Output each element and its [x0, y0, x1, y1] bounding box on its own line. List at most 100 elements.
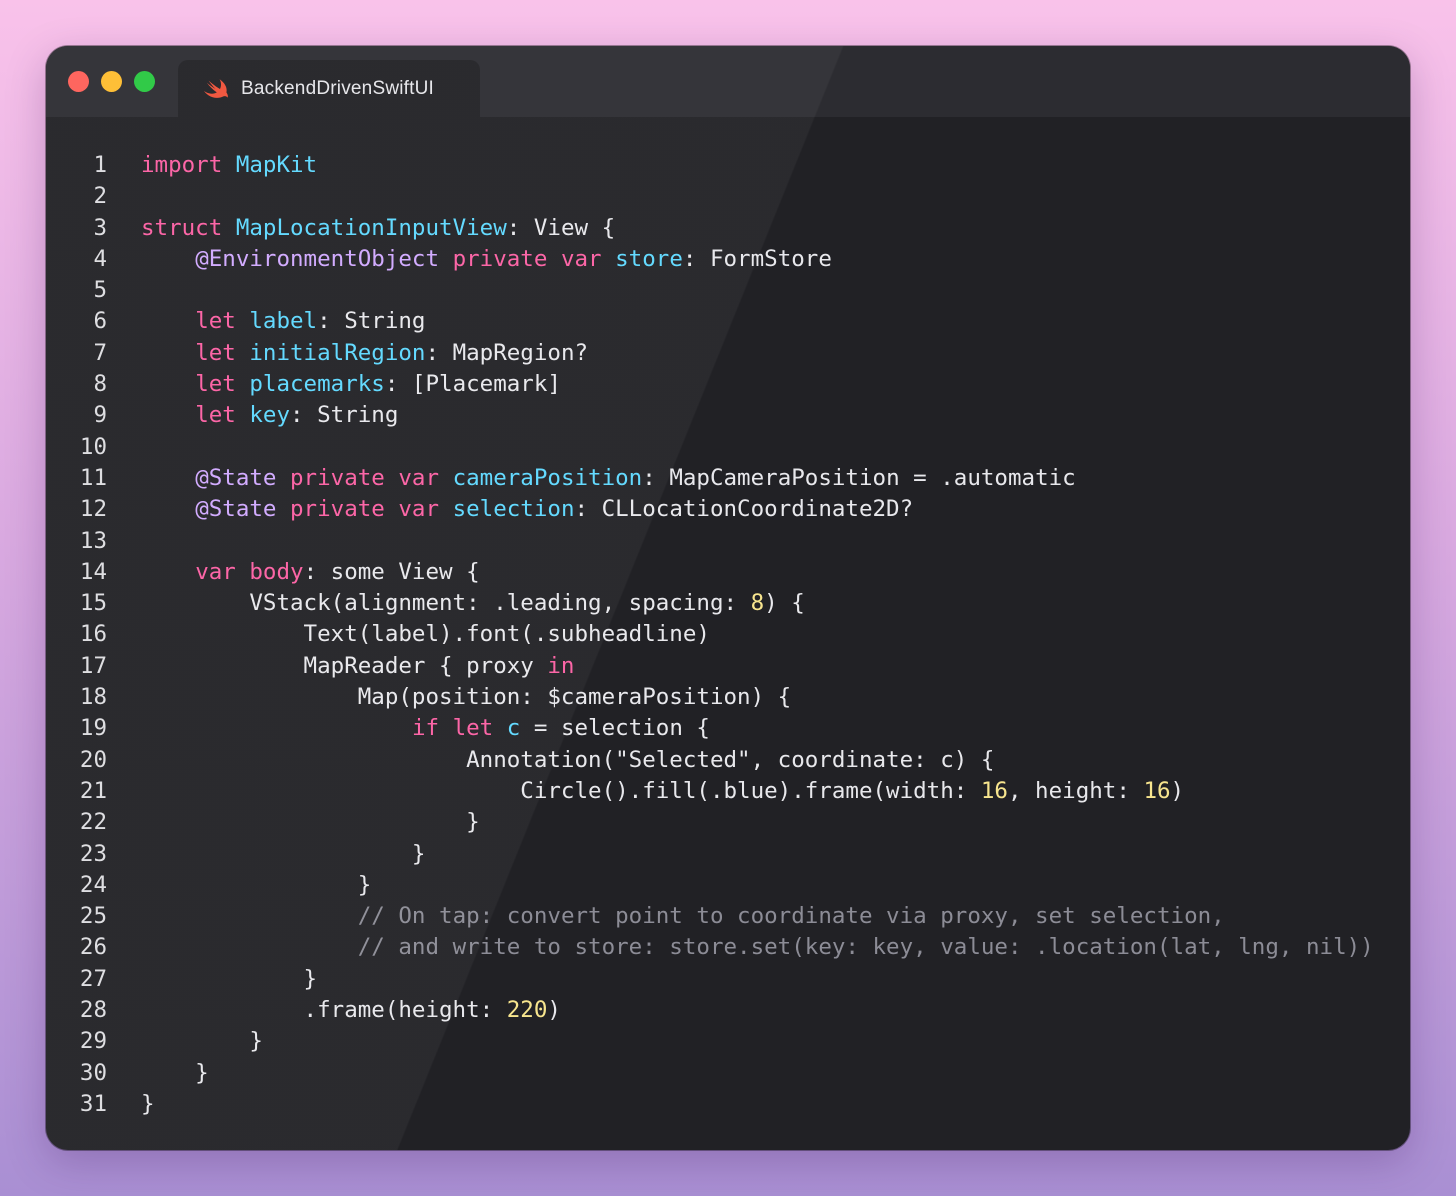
code-token: cameraPosition: [452, 464, 643, 491]
code-token: let: [195, 402, 236, 429]
code-line[interactable]: 9 let key: String: [46, 400, 1410, 431]
code-line[interactable]: 31}: [46, 1089, 1410, 1120]
code-token: .frame(height:: [141, 997, 507, 1024]
code-line[interactable]: 4 @EnvironmentObject private var store: …: [46, 244, 1410, 275]
code-token: @State: [195, 496, 277, 523]
code-line[interactable]: 11 @State private var cameraPosition: Ma…: [46, 463, 1410, 494]
line-text: import MapKit: [141, 150, 317, 181]
code-line[interactable]: 7 let initialRegion: MapRegion?: [46, 338, 1410, 369]
zoom-button[interactable]: [134, 71, 155, 92]
code-token: // On tap: convert point to coordinate v…: [357, 903, 1225, 930]
line-text: }: [141, 839, 426, 870]
code-token: initialRegion: [249, 339, 426, 366]
code-token: MapLocationInputView: [235, 214, 507, 241]
close-button[interactable]: [68, 71, 89, 92]
line-text: // and write to store: store.set(key: ke…: [141, 932, 1374, 963]
code-line[interactable]: 24 }: [46, 870, 1410, 901]
code-line[interactable]: 23 }: [46, 839, 1410, 870]
code-token: : CLLocationCoordinate2D?: [574, 496, 914, 523]
file-tab[interactable]: BackendDrivenSwiftUI: [178, 60, 480, 117]
code-token: c: [506, 715, 521, 742]
line-text: struct MapLocationInputView: View {: [141, 213, 615, 244]
code-token: let: [195, 308, 236, 335]
line-text: }: [141, 1026, 263, 1057]
line-number: 9: [93, 402, 107, 429]
code-token: }: [141, 809, 480, 836]
code-token: placemarks: [249, 371, 385, 398]
line-text: let key: String: [141, 400, 398, 431]
code-line[interactable]: 10: [46, 432, 1410, 463]
code-token: private: [290, 464, 385, 491]
line-number: 17: [79, 652, 107, 679]
code-token: @State: [195, 464, 277, 491]
code-line[interactable]: 30 }: [46, 1058, 1410, 1089]
code-token: ): [547, 997, 561, 1024]
line-number: 18: [79, 684, 107, 711]
code-token: var: [398, 496, 440, 523]
line-number: 12: [79, 496, 107, 523]
line-text: Circle().fill(.blue).frame(width: 16, he…: [141, 776, 1184, 807]
line-text: Map(position: $cameraPosition) {: [141, 682, 791, 713]
code-line[interactable]: 1 import MapKit: [46, 150, 1410, 181]
line-number: 20: [79, 746, 107, 773]
line-number: 16: [79, 621, 107, 648]
code-line[interactable]: 28 .frame(height: 220): [46, 995, 1410, 1026]
code-token: ): [1170, 777, 1185, 804]
code-line[interactable]: 18 Map(position: $cameraPosition) {: [46, 682, 1410, 713]
code-token: import: [141, 152, 223, 178]
line-number: 26: [79, 934, 107, 961]
code-token: VStack(alignment: .leading, spacing:: [141, 590, 751, 617]
code-line[interactable]: 21 Circle().fill(.blue).frame(width: 16,…: [46, 776, 1410, 807]
code-line[interactable]: 3 struct MapLocationInputView: View {: [46, 213, 1410, 244]
code-editor[interactable]: 1 import MapKit 2 3 struct MapLocationInputV…: [46, 150, 1410, 1120]
minimize-button[interactable]: [101, 71, 122, 92]
line-number: 8: [93, 371, 107, 398]
line-text: }: [141, 1058, 209, 1089]
code-line[interactable]: 8 let placemarks: [Placemark]: [46, 369, 1410, 400]
line-text: let label: String: [141, 306, 425, 337]
line-text: // On tap: convert point to coordinate v…: [141, 901, 1225, 932]
code-token: let: [195, 371, 236, 398]
line-text: }: [141, 964, 318, 995]
line-number: 19: [79, 715, 107, 742]
code-line[interactable]: 5: [46, 275, 1410, 306]
code-line[interactable]: 27 }: [46, 964, 1410, 995]
code-line[interactable]: 12 @State private var selection: CLLocat…: [46, 494, 1410, 525]
code-line[interactable]: 13: [46, 526, 1410, 557]
code-line[interactable]: 29 }: [46, 1026, 1410, 1057]
line-number: 22: [79, 809, 107, 836]
code-token: : FormStore: [682, 245, 832, 272]
line-number: 23: [79, 840, 107, 867]
code-line[interactable]: 2: [46, 181, 1410, 212]
code-line[interactable]: 20 Annotation("Selected", coordinate: c)…: [46, 745, 1410, 776]
code-token: = selection {: [520, 715, 710, 742]
code-line[interactable]: 6 let label: String: [46, 306, 1410, 337]
code-line[interactable]: 26 // and write to store: store.set(key:…: [46, 932, 1410, 963]
code-line[interactable]: 19 if let c = selection {: [46, 713, 1410, 744]
code-token: in: [547, 652, 575, 679]
code-line[interactable]: 25 // On tap: convert point to coordinat…: [46, 901, 1410, 932]
code-token: // and write to store: store.set(key: ke…: [357, 934, 1374, 961]
code-token: : some View {: [303, 558, 480, 585]
code-line[interactable]: 14 var body: some View {: [46, 557, 1410, 588]
code-line[interactable]: 17 MapReader { proxy in: [46, 651, 1410, 682]
line-text: }: [141, 870, 372, 901]
code-line[interactable]: 22 }: [46, 807, 1410, 838]
code-line[interactable]: 15 VStack(alignment: .leading, spacing: …: [46, 588, 1410, 619]
code-line[interactable]: 16 Text(label).font(.subheadline): [46, 619, 1410, 650]
line-text: MapReader { proxy in: [141, 651, 575, 682]
code-token: , height:: [1007, 777, 1144, 804]
